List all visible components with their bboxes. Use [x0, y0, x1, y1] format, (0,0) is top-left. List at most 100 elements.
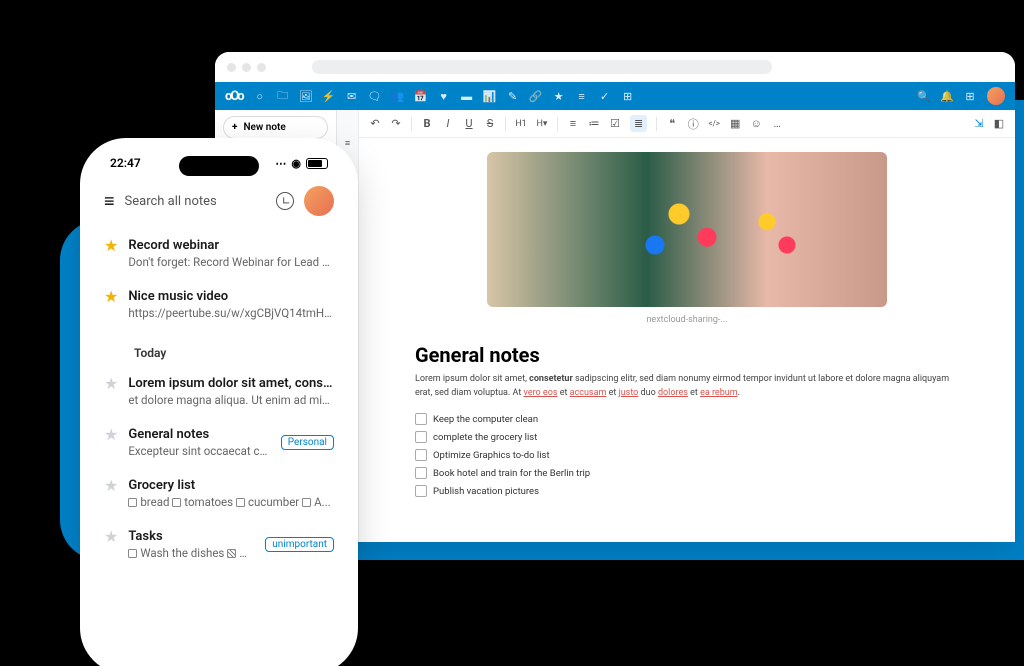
note-title: Nice music video: [128, 289, 334, 304]
tasks-icon[interactable]: ✓: [599, 90, 611, 102]
heading-button[interactable]: H▾: [536, 119, 548, 129]
notifications-icon[interactable]: 🔔: [941, 90, 953, 102]
underline-button[interactable]: U: [463, 117, 475, 130]
note-item[interactable]: ★ General notes Excepteur sint occaecat …: [102, 417, 336, 468]
wifi-icon: ⋯: [275, 157, 286, 170]
doc-body: Lorem ipsum dolor sit amet, consetetur s…: [415, 373, 959, 400]
notes-icon[interactable]: ✎: [507, 90, 519, 102]
user-avatar[interactable]: [304, 186, 334, 216]
window-dot[interactable]: [227, 63, 236, 72]
emoji-button[interactable]: ☺: [750, 117, 762, 130]
quote-button[interactable]: ❝: [666, 117, 678, 130]
note-subtitle: Excepteur sint occaecat cupi...: [128, 444, 268, 458]
document-area[interactable]: nextcloud-sharing-... General notes Lore…: [359, 138, 1015, 542]
code-button[interactable]: </>: [708, 119, 720, 128]
app-nav-bar: oOo ○ 🗀 🖼 ⚡ ✉ 🗨 👥 📅 ♥ ▬ 📊 ✎ 🔗 ★ ≡ ✓ ⊞ 🔍 …: [215, 82, 1015, 110]
star-icon[interactable]: ★: [104, 478, 118, 509]
new-note-label: New note: [243, 122, 285, 133]
apps-icon[interactable]: ⊞: [964, 90, 976, 102]
activity-icon[interactable]: ⚡: [323, 90, 335, 102]
checklist-item[interactable]: Book hotel and train for the Berlin trip: [415, 464, 959, 482]
more-button[interactable]: …: [771, 117, 783, 130]
phone-frame: 22:47 ⋯ ◉ ≡ Search all notes ★ Record we…: [88, 146, 350, 666]
star-icon[interactable]: ★: [104, 289, 118, 320]
search-icon[interactable]: 🔍: [918, 90, 930, 102]
status-time: 22:47: [110, 156, 141, 170]
talk-icon[interactable]: 🗨: [369, 90, 381, 102]
list-icon[interactable]: ≡: [576, 90, 588, 102]
ul-button[interactable]: ≡: [567, 117, 579, 130]
search-input[interactable]: Search all notes: [125, 194, 266, 209]
mail-icon[interactable]: ✉: [346, 90, 358, 102]
menu-icon[interactable]: ≡: [104, 191, 115, 212]
section-today: Today: [102, 330, 336, 366]
checklist-button[interactable]: ☑: [609, 117, 621, 130]
deck-icon[interactable]: ▬: [461, 90, 473, 102]
note-item[interactable]: ★ Tasks Wash the dishes Cle... unimporta…: [102, 519, 336, 570]
star-icon[interactable]: ★: [104, 376, 118, 407]
strike-button[interactable]: S: [484, 117, 496, 130]
note-subtitle: et dolore magna aliqua. Ut enim ad minim…: [128, 393, 334, 407]
note-title: Grocery list: [128, 478, 334, 493]
grid-icon[interactable]: ⊞: [622, 90, 634, 102]
note-item[interactable]: ★ Record webinar Don't forget: Record We…: [102, 228, 336, 279]
dashboard-icon[interactable]: ○: [254, 90, 266, 102]
files-icon[interactable]: 🗀: [277, 90, 289, 102]
new-note-button[interactable]: New note: [223, 116, 328, 139]
search-row: ≡ Search all notes: [88, 180, 350, 228]
note-subtitle: https://peertube.su/w/xgCBjVQ14tmHSjX...: [128, 306, 334, 320]
editor-pane: ↶ ↷ B I U S H1 H▾ ≡ ≔ ☑ ≣ ❝ ⓘ </> ▦: [359, 110, 1015, 542]
note-subtitle: Wash the dishes Cle...: [128, 546, 253, 560]
hero-image: [487, 152, 887, 307]
ol-button[interactable]: ≔: [588, 117, 600, 130]
note-title: Tasks: [128, 529, 253, 544]
star-icon[interactable]: ★: [553, 90, 565, 102]
favorites-icon[interactable]: ♥: [438, 90, 450, 102]
window-dot[interactable]: [257, 63, 266, 72]
share-icon[interactable]: ⇲: [973, 117, 985, 130]
note-item[interactable]: ★ Grocery list bread tomatoes cucumber A…: [102, 468, 336, 519]
battery-icon: [306, 158, 328, 169]
undo-button[interactable]: ↶: [369, 117, 381, 130]
bookmarks-icon[interactable]: 🔗: [530, 90, 542, 102]
nextcloud-logo[interactable]: oOo: [225, 89, 243, 104]
image-caption: nextcloud-sharing-...: [415, 315, 959, 325]
note-tag: Personal: [281, 435, 334, 450]
note-subtitle: bread tomatoes cucumber A...: [128, 495, 334, 509]
bold-button[interactable]: B: [421, 117, 433, 130]
indent-button[interactable]: ≣: [630, 115, 647, 132]
user-avatar[interactable]: [987, 87, 1005, 105]
window-dot[interactable]: [242, 63, 251, 72]
analytics-icon[interactable]: 📊: [484, 90, 496, 102]
checklist-item[interactable]: Optimize Graphics to-do list: [415, 446, 959, 464]
note-title: Record webinar: [128, 238, 334, 253]
checklist-item[interactable]: complete the grocery list: [415, 428, 959, 446]
dynamic-island: [179, 156, 259, 176]
checklist-item[interactable]: Publish vacation pictures: [415, 482, 959, 500]
url-bar[interactable]: [312, 60, 772, 74]
star-icon[interactable]: ★: [104, 427, 118, 458]
contacts-icon[interactable]: 👥: [392, 90, 404, 102]
note-tag: unimportant: [265, 537, 334, 552]
italic-button[interactable]: I: [442, 117, 454, 130]
redo-button[interactable]: ↷: [390, 117, 402, 130]
photos-icon[interactable]: 🖼: [300, 90, 312, 102]
star-icon[interactable]: ★: [104, 529, 118, 560]
note-item[interactable]: ★ Lorem ipsum dolor sit amet, consect...…: [102, 366, 336, 417]
checklist: Keep the computer clean complete the gro…: [415, 410, 959, 500]
note-item[interactable]: ★ Nice music video https://peertube.su/w…: [102, 279, 336, 330]
star-icon[interactable]: ★: [104, 238, 118, 269]
browser-chrome: [215, 52, 1015, 82]
search-placeholder: Search all notes: [125, 194, 217, 209]
table-button[interactable]: ▦: [729, 117, 741, 130]
info-button[interactable]: ⓘ: [687, 116, 699, 132]
calendar-icon[interactable]: 📅: [415, 90, 427, 102]
checklist-item[interactable]: Keep the computer clean: [415, 410, 959, 428]
sidebar-toggle-icon[interactable]: ◧: [993, 117, 1005, 130]
h1-button[interactable]: H1: [515, 119, 527, 129]
doc-title: General notes: [415, 343, 959, 367]
note-title: General notes: [128, 427, 268, 442]
hamburger-icon[interactable]: ≡: [345, 138, 350, 149]
note-subtitle: Don't forget: Record Webinar for Lead ge…: [128, 255, 334, 269]
recent-icon[interactable]: [276, 192, 294, 210]
